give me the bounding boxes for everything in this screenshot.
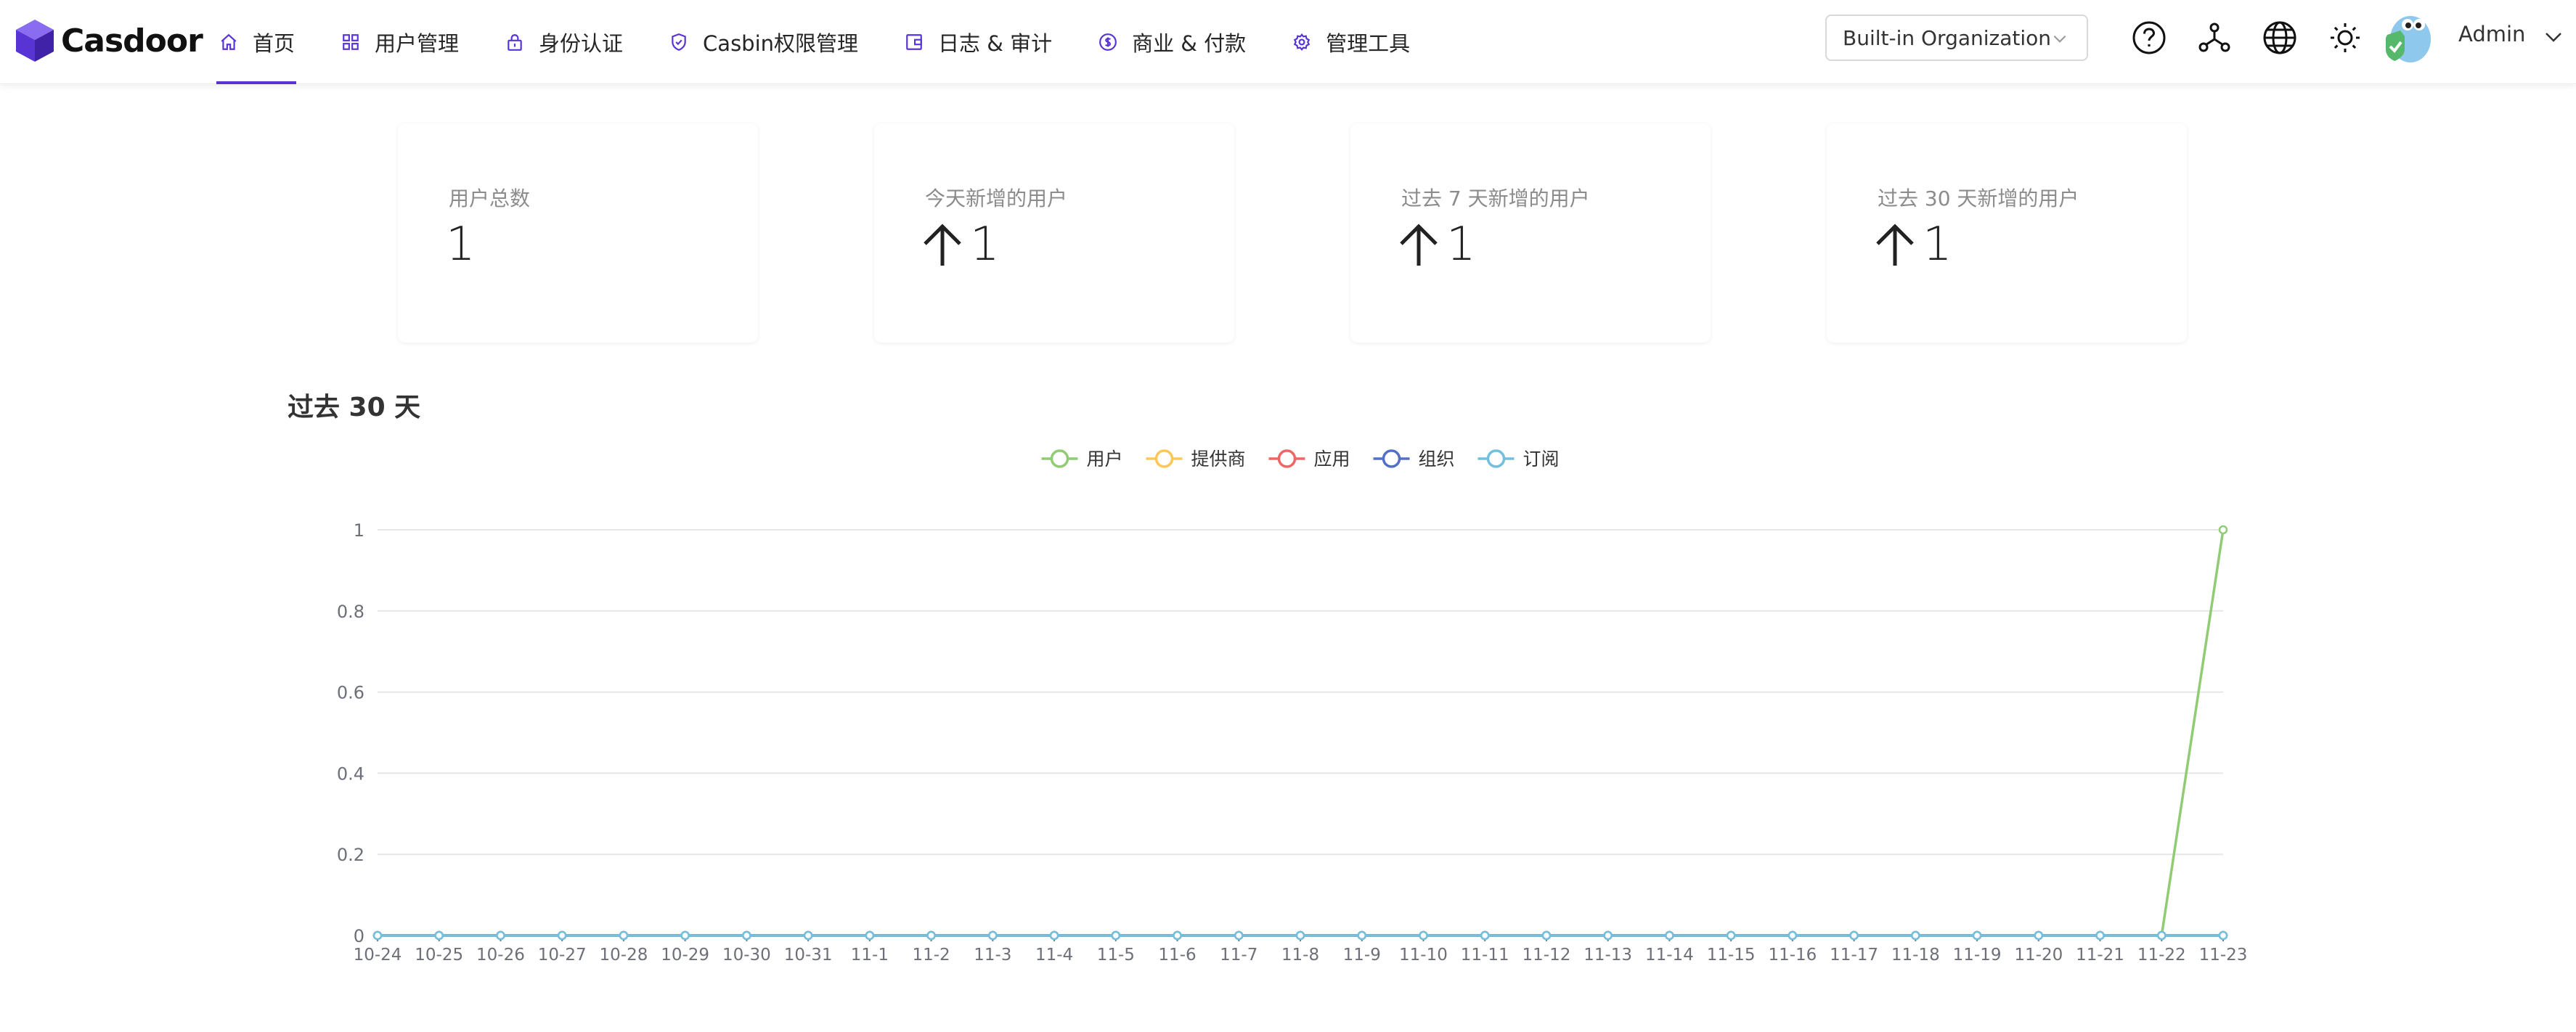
chart-data-point (1911, 930, 1920, 941)
legend-item-3[interactable]: 组织 (1373, 449, 1455, 470)
chart-data-point (1111, 930, 1121, 941)
chart-data-point (680, 930, 690, 941)
chart-data-point (557, 930, 567, 941)
chart-y-tick-label: 0.8 (337, 602, 364, 622)
chart-legend: 用户 提供商 应用 组织 订阅 (1041, 449, 1560, 470)
chart-x-tick-label: 11-3 (974, 946, 1011, 965)
chart-data-point (1173, 930, 1182, 941)
legend-item-4[interactable]: 订阅 (1477, 449, 1560, 470)
legend-marker (1382, 449, 1401, 468)
chart-y-tick-label: 0.6 (337, 683, 364, 703)
chart-y-tick-label: 0.2 (337, 845, 364, 865)
legend-label: 用户 (1087, 449, 1123, 470)
chart-series-line (378, 529, 2225, 937)
legend-marker (1277, 449, 1297, 468)
chart-x-tick-label: 10-28 (600, 946, 648, 965)
chart-data-point (1849, 930, 1859, 941)
chart-x-tick-label: 10-29 (661, 946, 709, 965)
chart-x-tick-label: 10-24 (354, 946, 402, 965)
chart-data-point (434, 930, 444, 941)
chart-x-tick-label: 10-30 (722, 946, 771, 965)
chart-x-tick-label: 10-26 (476, 946, 525, 965)
chart-data-point (496, 930, 505, 941)
chart-x-tick-label: 11-7 (1220, 946, 1258, 965)
chart-grid (378, 529, 2223, 936)
legend-item-1[interactable]: 提供商 (1146, 449, 1246, 470)
chart-data-point (619, 930, 629, 941)
chart-x-tick-label: 10-31 (784, 946, 833, 965)
chart-x-tick-label: 11-10 (1399, 946, 1448, 965)
chart-y-ticks: 0 0.2 0.4 0.6 0.8 1 (337, 520, 364, 946)
chart-x-tick-label: 11-5 (1097, 946, 1135, 965)
chart-data-point (2095, 930, 2105, 941)
chart-x-tick-label: 11-19 (1953, 946, 2002, 965)
chart-data-point (1234, 930, 1244, 941)
chart-data-point (2157, 930, 2167, 941)
chart-x-tick-label: 11-1 (851, 946, 889, 965)
chart-data-point (1603, 930, 1613, 941)
legend-label: 组织 (1419, 449, 1455, 470)
legend-item-0[interactable]: 用户 (1041, 449, 1123, 470)
chart-x-tick-label: 11-20 (2014, 946, 2063, 965)
chart-data-point (1726, 930, 1736, 941)
chart-x-tick-label: 11-21 (2076, 946, 2124, 965)
legend-item-2[interactable]: 应用 (1268, 449, 1350, 470)
chart-x-tick-label: 11-14 (1645, 946, 1694, 965)
chart-data-point (1541, 930, 1552, 941)
chart-data-point (2034, 930, 2044, 941)
chart-data-point (1049, 930, 1059, 941)
chart-data-point (742, 930, 751, 941)
chart-x-tick-label: 11-12 (1523, 946, 1571, 965)
chart-data-point (1295, 930, 1305, 941)
legend-label: 提供商 (1191, 449, 1246, 470)
users-line-chart: 用户 提供商 应用 组织 订阅 0 0.2 0.4 0.6 0.8 1 10-24 10-25 10-… (337, 449, 2248, 965)
chart-data-point (372, 930, 383, 941)
chart-x-tick-label: 11-11 (1461, 946, 1509, 965)
chart-x-tick-label: 11-8 (1281, 946, 1319, 965)
chart-x-tick-label: 11-17 (1830, 946, 1878, 965)
chart-data-point (1788, 930, 1798, 941)
chart-series-4 (372, 930, 2228, 941)
chart-x-tick-label: 11-23 (2199, 946, 2248, 965)
chart-data-point (1480, 930, 1490, 941)
chart-x-tick-label: 11-4 (1035, 946, 1073, 965)
chart-x-tick-label: 11-2 (912, 946, 950, 965)
chart-data-point (1357, 930, 1366, 941)
legend-marker (1050, 449, 1069, 468)
chart-data-point (865, 930, 875, 941)
chart-y-tick-label: 0 (354, 926, 364, 946)
chart-x-tick-label: 10-27 (538, 946, 587, 965)
chart-data-point (1665, 930, 1674, 941)
chart-data-point (988, 930, 998, 941)
chart-data-point (803, 930, 813, 941)
chart-data-point (926, 930, 936, 941)
chart-y-tick-label: 0.4 (337, 763, 364, 784)
chart-x-tick-label: 11-15 (1707, 946, 1756, 965)
chart-x-tick-label: 11-13 (1583, 946, 1632, 965)
chart-data-point (1419, 930, 1428, 941)
chart-x-tick-label: 11-9 (1343, 946, 1381, 965)
legend-marker (1154, 449, 1174, 468)
chart-x-tick-label: 11-22 (2137, 946, 2186, 965)
chart-x-tick-label: 11-18 (1891, 946, 1940, 965)
chart-data-point (2218, 525, 2228, 535)
chart-y-tick-label: 1 (354, 520, 364, 541)
legend-label: 订阅 (1523, 449, 1560, 470)
legend-marker (1486, 449, 1506, 468)
chart-x-tick-label: 11-6 (1158, 946, 1196, 965)
chart-x-tick-label: 10-25 (415, 946, 463, 965)
chart-data-point (1972, 930, 1982, 941)
chart-data-point (2218, 930, 2228, 941)
legend-label: 应用 (1314, 449, 1350, 470)
chart-x-tick-label: 11-16 (1768, 946, 1817, 965)
chart-series (372, 525, 2228, 941)
chart-series-0 (372, 525, 2228, 941)
